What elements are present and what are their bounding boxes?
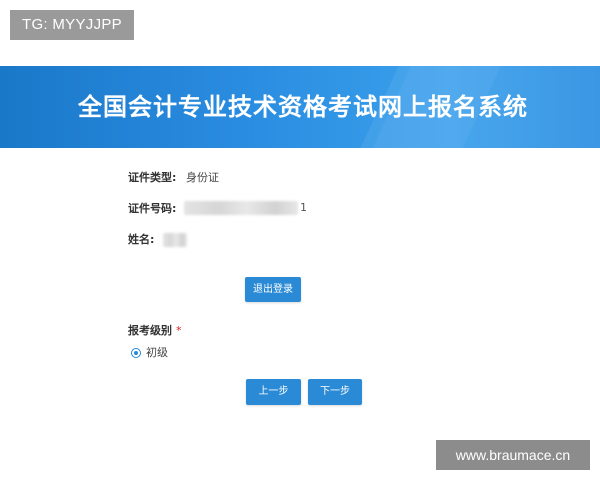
logout-button[interactable]: 退出登录 xyxy=(245,277,301,302)
header-banner: 全国会计专业技术资格考试网上报名系统 xyxy=(0,66,600,148)
id-type-label: 证件类型: xyxy=(128,171,177,184)
prev-step-button[interactable]: 上一步 xyxy=(246,379,301,405)
id-type-value: 身份证 xyxy=(186,171,219,184)
name-label: 姓名: xyxy=(128,233,155,246)
id-number-tail: 1 xyxy=(300,201,307,214)
next-step-button[interactable]: 下一步 xyxy=(308,379,362,405)
required-mark: * xyxy=(176,324,182,337)
page-title: 全国会计专业技术资格考试网上报名系统 xyxy=(78,93,528,121)
id-number-label: 证件号码: xyxy=(128,202,177,215)
tg-overlay-label: TG: MYYJJPP xyxy=(10,10,134,40)
exam-level-label-text: 报考级别 xyxy=(128,324,172,337)
id-number-redacted xyxy=(184,201,298,215)
name-redacted xyxy=(163,233,187,247)
exam-level-option-label[interactable]: 初级 xyxy=(146,345,168,361)
exam-level-radio-junior[interactable] xyxy=(131,348,141,358)
radio-selected-dot xyxy=(134,351,138,355)
watermark-label: www.braumace.cn xyxy=(436,440,590,470)
exam-level-label: 报考级别 * xyxy=(128,323,182,339)
